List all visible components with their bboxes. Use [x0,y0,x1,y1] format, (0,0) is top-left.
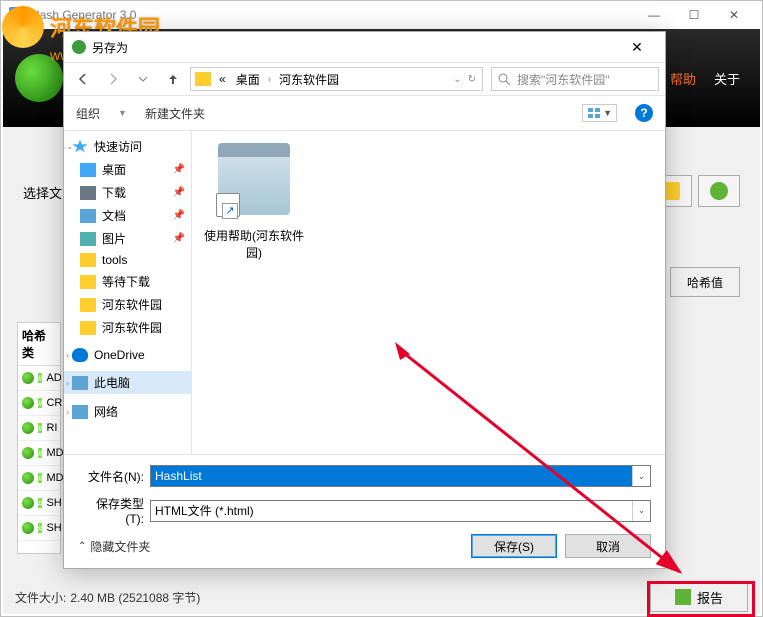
tree-pictures[interactable]: 图片📌 [64,227,191,250]
breadcrumb[interactable]: « 桌面 › 河东软件园 ⌄ ↻ [190,67,483,91]
hide-folders-toggle[interactable]: ⌃隐藏文件夹 [78,538,150,555]
dialog-titlebar: 另存为 ✕ [64,32,665,62]
hash-row[interactable]: #CR [18,391,60,416]
file-list-area[interactable]: ↗ 使用帮助(河东软件园) [192,131,665,454]
dialog-title: 另存为 [92,39,128,56]
tree-hedong2[interactable]: 河东软件园 [64,316,191,339]
app-icon [9,7,25,23]
help-menu[interactable]: 帮助 [670,69,696,88]
close-button[interactable]: ✕ [714,1,754,29]
save-as-dialog: 另存为 ✕ « 桌面 › 河东软件园 ⌄ ↻ 搜索"河东软件园" 组织 ▼ 新建… [63,31,666,569]
hash-row[interactable]: #MD [18,466,60,491]
hash-row[interactable]: #SH [18,516,60,541]
tree-downloads[interactable]: 下载📌 [64,181,191,204]
breadcrumb-seg[interactable]: 桌面 [232,69,264,90]
organize-menu[interactable]: 组织 [76,105,100,122]
breadcrumb-seg[interactable]: 河东软件园 [275,69,343,90]
dialog-body: ⌄快速访问 桌面📌 下载📌 文档📌 图片📌 tools 等待下载 河东软件园 河… [64,130,665,454]
app-logo-orb [15,54,63,102]
report-icon [675,589,691,605]
nav-recent-button[interactable] [130,67,156,91]
file-item-name: 使用帮助(河东软件园) [204,227,304,261]
breadcrumb-dropdown[interactable]: ⌄ [451,74,463,85]
dialog-bottom-panel: 文件名(N): ⌄ 保存类型(T): ⌄ ⌃隐藏文件夹 保存(S) 取消 [64,454,665,568]
filename-label: 文件名(N): [78,468,150,485]
cancel-button[interactable]: 取消 [565,534,651,558]
dialog-icon [72,40,86,54]
tree-quick-access[interactable]: ⌄快速访问 [64,135,191,158]
filetype-label: 保存类型(T): [78,495,150,526]
filetype-dropdown[interactable]: ⌄ [632,501,650,521]
select-file-label: 选择文 [23,183,62,202]
status-bar: 文件大小: 2.40 MB (2521088 字节) [15,584,748,610]
hash-row[interactable]: #MD [18,441,60,466]
tree-this-pc[interactable]: ›此电脑 [64,371,191,394]
dialog-close-button[interactable]: ✕ [617,32,657,62]
tree-desktop[interactable]: 桌面📌 [64,158,191,181]
search-icon [498,73,511,86]
tree-network[interactable]: ›网络 [64,400,191,423]
hash-row[interactable]: #RI [18,416,60,441]
shortcut-arrow-icon: ↗ [222,203,238,219]
status-label: 文件大小: [15,589,66,606]
nav-forward-button[interactable] [100,67,126,91]
filename-dropdown[interactable]: ⌄ [632,466,650,486]
nav-tree: ⌄快速访问 桌面📌 下载📌 文档📌 图片📌 tools 等待下载 河东软件园 河… [64,131,192,454]
nav-up-button[interactable] [160,67,186,91]
filetype-select[interactable] [151,501,632,521]
save-button[interactable]: 保存(S) [471,534,557,558]
breadcrumb-refresh[interactable]: ↻ [466,74,478,85]
main-titlebar: Hash Generator 3.0 — ☐ ✕ [1,1,762,29]
tree-hedong1[interactable]: 河东软件园 [64,293,191,316]
hash-row[interactable]: #AD [18,366,60,391]
tree-wait-download[interactable]: 等待下载 [64,270,191,293]
report-button[interactable]: 报告 [650,582,748,612]
filetype-select-wrap: ⌄ [150,500,651,522]
dialog-toolbar: 组织 ▼ 新建文件夹 ▼ ? [64,96,665,130]
hash-type-panel: 哈希类 #AD #CR #RI #MD #MD #SH #SH [17,322,61,554]
hash-row[interactable]: #SH [18,491,60,516]
tree-tools[interactable]: tools [64,250,191,270]
filename-input-wrap: ⌄ [150,465,651,487]
status-value: 2.40 MB (2521088 字节) [70,589,200,606]
dialog-nav-bar: « 桌面 › 河东软件园 ⌄ ↻ 搜索"河东软件园" [64,62,665,96]
view-mode-button[interactable]: ▼ [582,104,617,122]
hash-type-header: 哈希类 [18,323,60,366]
hash-value-button[interactable]: 哈希值 [670,267,740,297]
maximize-button[interactable]: ☐ [674,1,714,29]
refresh-button[interactable] [698,175,740,207]
help-button[interactable]: ? [635,104,653,122]
about-menu[interactable]: 关于 [714,69,740,88]
search-input[interactable]: 搜索"河东软件园" [491,67,659,91]
tree-onedrive[interactable]: ›OneDrive [64,345,191,365]
new-folder-button[interactable]: 新建文件夹 [145,105,205,122]
nav-back-button[interactable] [70,67,96,91]
app-title: Hash Generator 3.0 [31,8,136,22]
minimize-button[interactable]: — [634,1,674,29]
file-item[interactable]: ↗ 使用帮助(河东软件园) [204,143,304,261]
filename-input[interactable] [151,466,632,486]
folder-icon [195,72,211,86]
chevron-right-icon: › [266,74,273,85]
tree-documents[interactable]: 文档📌 [64,204,191,227]
breadcrumb-prefix: « [215,70,230,88]
